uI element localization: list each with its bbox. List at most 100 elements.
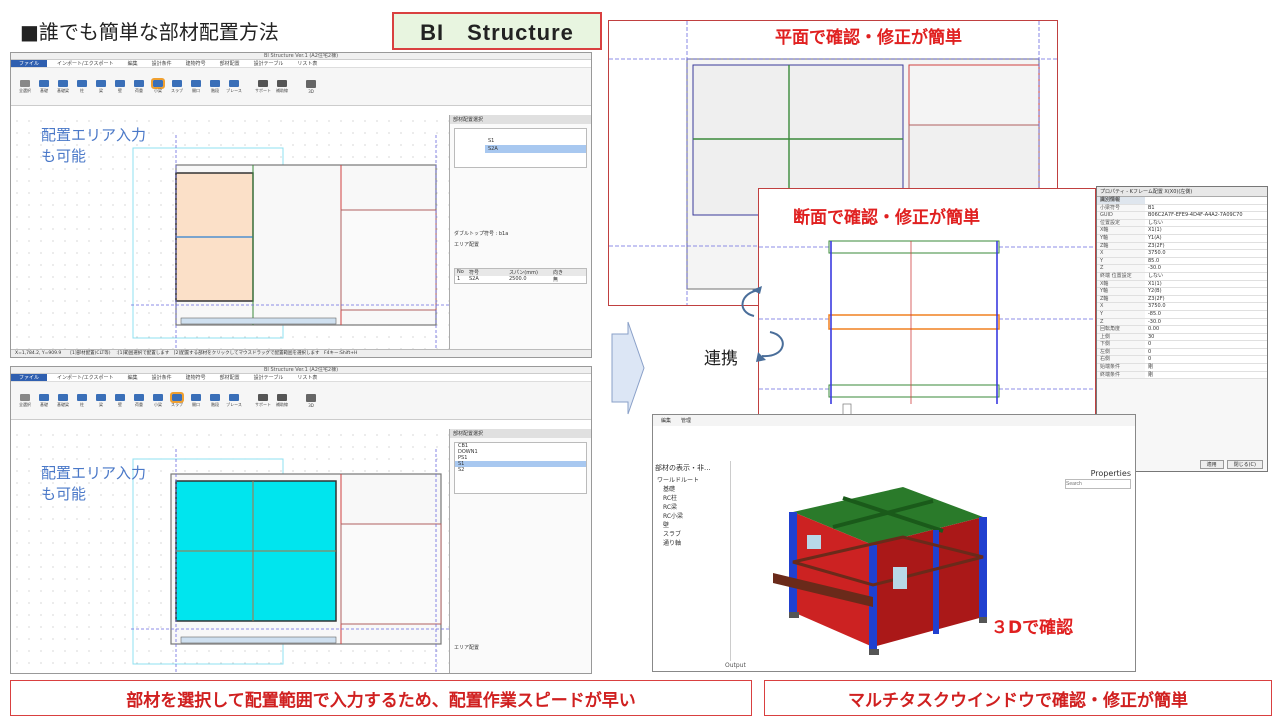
menu-file[interactable]: ファイル (11, 60, 48, 67)
member-list-bottom[interactable]: CB1 DOWN1 PS1 S1 S2 (454, 442, 587, 494)
slab-icon[interactable]: スラブ (171, 79, 183, 94)
property-row[interactable]: Z軸 Z3(2F) (1097, 242, 1267, 251)
window-title-bar: BI Structure Ver.1 (A2住宅2棟) (11, 367, 591, 374)
property-row[interactable]: 左側 0 (1097, 348, 1267, 357)
link-label: 連携 (704, 349, 738, 369)
menu-import-export[interactable]: インポート/エクスポート (57, 374, 114, 381)
layout-method[interactable]: エリア配置 (454, 241, 587, 248)
property-row[interactable]: Y軸 Y2(B) (1097, 288, 1267, 296)
property-row[interactable]: GUID B06C2A7F-EFE9-4D4F-A4A2-7A09C70 (1097, 212, 1267, 220)
load-icon[interactable]: 荷重 (133, 79, 145, 94)
menu-building-code[interactable]: 建物符号 (186, 60, 206, 67)
menu-file[interactable]: ファイル (11, 374, 48, 381)
property-row[interactable]: X軸 X1(1) (1097, 280, 1267, 289)
small-beam-icon[interactable]: 小梁 (152, 393, 164, 408)
tree-item[interactable]: RC柱 (653, 493, 730, 502)
property-row[interactable]: 位置設定 しない (1097, 219, 1267, 228)
menu-member-layout[interactable]: 部材配置 (220, 374, 240, 381)
stair-icon[interactable]: 階段 (209, 393, 221, 408)
property-row[interactable]: 小梁符号 B1 (1097, 204, 1267, 213)
menu-edit[interactable]: 編集 (128, 374, 138, 381)
property-row[interactable]: 終端条件 剛 (1097, 371, 1267, 380)
apply-button[interactable]: 適用 (1199, 460, 1224, 469)
property-row[interactable]: X軸 X1(1) (1097, 227, 1267, 235)
property-row[interactable]: 右側 0 (1097, 356, 1267, 365)
select-all-icon[interactable]: 全選択 (19, 393, 31, 408)
table-row[interactable]: 1 S2A 2500.0 無 (455, 276, 586, 283)
slab-icon[interactable]: スラブ (170, 391, 184, 408)
model-check-icon[interactable]: 3D (305, 79, 317, 94)
plan-canvas-top[interactable]: 配置エリア入力 も可能 (11, 115, 449, 351)
opening-icon[interactable]: 開口 (190, 79, 202, 94)
list-item[interactable]: S2 (455, 467, 586, 473)
wall-icon[interactable]: 壁 (114, 79, 126, 94)
threed-window: 編集 管理 部材の表示・非... ワールドルート 基礎 RC柱 RC梁 RC小梁壁スラブ… (652, 414, 1136, 672)
property-row[interactable]: X 3750.0 (1097, 250, 1267, 258)
tab-edit[interactable]: 編集 (661, 417, 671, 424)
tree-item[interactable]: 壁 (653, 520, 730, 529)
beam-icon[interactable]: 梁 (95, 393, 107, 408)
foundation-icon[interactable]: 基礎梁 (57, 393, 69, 408)
property-row[interactable]: Y -85.0 (1097, 310, 1267, 319)
menu-member-layout[interactable]: 部材配置 (220, 60, 240, 67)
menu-import-export[interactable]: インポート/エクスポート (57, 60, 114, 67)
support-line-icon[interactable]: サポート (255, 393, 271, 408)
property-row[interactable]: Y軸 Y1(A) (1097, 234, 1267, 243)
foundation-beam-icon[interactable]: 基礎 (38, 79, 50, 94)
model-check-icon[interactable]: 3D (305, 393, 317, 408)
menu-design-table[interactable]: 設計テーブル (254, 374, 284, 381)
beam-icon[interactable]: 梁 (95, 79, 107, 94)
opening-icon[interactable]: 開口 (190, 393, 202, 408)
stair-icon[interactable]: 階段 (209, 79, 221, 94)
aux-line-icon[interactable]: 補助線 (276, 79, 288, 94)
property-row[interactable]: 回転角度 0.00 (1097, 326, 1267, 334)
brace-icon[interactable]: ブレース (226, 79, 242, 94)
search-input[interactable] (1065, 479, 1131, 489)
aux-line-icon[interactable]: 補助線 (276, 393, 288, 408)
member-list-top[interactable]: S1 S2A (454, 128, 587, 168)
select-all-icon[interactable]: 全選択 (19, 79, 31, 94)
property-key: 始端条件 (1100, 364, 1121, 371)
property-row[interactable]: Z軸 Z3(2F) (1097, 295, 1267, 304)
property-value: Z3(2F) (1145, 295, 1267, 303)
property-row[interactable]: X 3750.0 (1097, 303, 1267, 311)
menu-design-conditions[interactable]: 設計条件 (152, 60, 172, 67)
section-caption: 断面で確認・修正が簡単 (789, 203, 984, 228)
close-button[interactable]: 閉じる(C) (1226, 460, 1263, 469)
wall-icon[interactable]: 壁 (114, 393, 126, 408)
menu-design-table[interactable]: 設計テーブル (254, 60, 284, 67)
small-beam-icon[interactable]: 小梁 (151, 77, 165, 94)
property-row[interactable]: 終端 位置設定 しない (1097, 272, 1267, 281)
tree-item[interactable]: RC小梁 (653, 511, 730, 520)
property-row[interactable]: 上側 30 (1097, 333, 1267, 342)
property-row[interactable]: 識別情報 (1097, 197, 1267, 205)
column-icon[interactable]: 柱 (76, 79, 88, 94)
menu-design-conditions[interactable]: 設計条件 (152, 374, 172, 381)
menu-edit[interactable]: 編集 (128, 60, 138, 67)
brace-icon[interactable]: ブレース (226, 393, 242, 408)
foundation-icon[interactable]: 基礎梁 (57, 79, 69, 94)
list-item-selected[interactable]: S2A (485, 145, 586, 153)
property-row[interactable]: Y 85.0 (1097, 257, 1267, 266)
property-row[interactable]: 始端条件 剛 (1097, 364, 1267, 372)
menu-building-code[interactable]: 建物符号 (186, 374, 206, 381)
tree-item[interactable]: スラブ (653, 529, 730, 538)
column-icon[interactable]: 柱 (76, 393, 88, 408)
property-row[interactable]: Z -30.0 (1097, 265, 1267, 273)
tree-item[interactable]: ワールドルート (653, 475, 730, 484)
foundation-beam-icon[interactable]: 基礎 (38, 393, 50, 408)
load-icon[interactable]: 荷重 (133, 393, 145, 408)
tree-item[interactable]: RC梁 (653, 502, 730, 511)
tree-item[interactable]: 基礎 (653, 484, 730, 493)
tab-manage[interactable]: 管理 (681, 417, 691, 424)
property-value: -30.0 (1145, 318, 1267, 326)
support-line-icon[interactable]: サポート (255, 79, 271, 94)
plan-canvas-bottom[interactable]: 配置エリア入力 も可能 (11, 429, 449, 673)
property-row[interactable]: Z -30.0 (1097, 318, 1267, 327)
menu-list[interactable]: リスト表 (297, 374, 317, 381)
list-item[interactable]: S1 (485, 137, 586, 145)
menu-list[interactable]: リスト表 (297, 60, 317, 67)
tree-item[interactable]: 通り軸 (653, 538, 730, 547)
property-row[interactable]: 下側 0 (1097, 341, 1267, 349)
layout-method[interactable]: エリア配置 (454, 644, 587, 651)
